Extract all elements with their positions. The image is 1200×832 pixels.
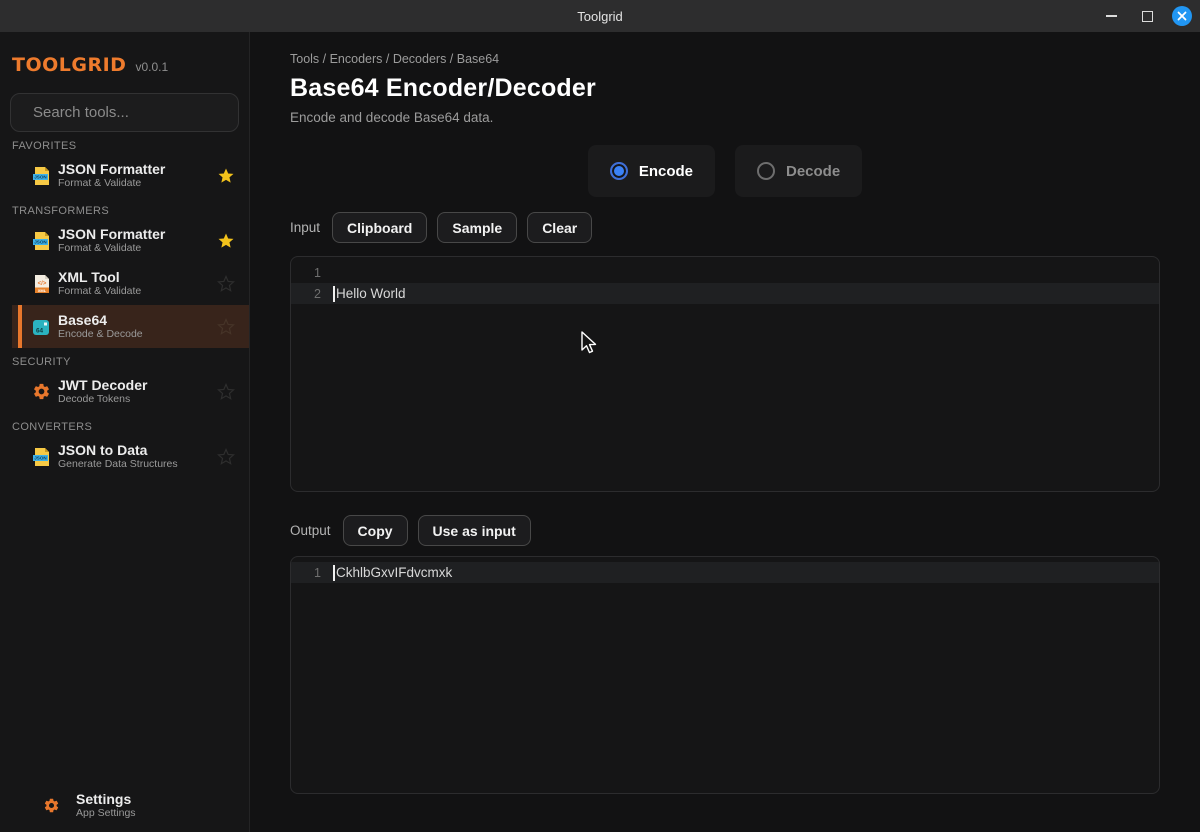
sidebar-item-json-formatter[interactable]: JSON JSON Formatter Format & Validate <box>0 219 249 262</box>
search-box[interactable] <box>10 93 239 132</box>
sidebar-item-xml-tool[interactable]: </> XML XML Tool Format & Validate <box>0 262 249 305</box>
svg-text:JSON: JSON <box>34 455 47 460</box>
section-label-converters: CONVERTERS <box>0 421 249 433</box>
editor-line-active: 1 CkhlbGxvIFdvcmxk <box>291 562 1159 583</box>
maximize-icon <box>1142 11 1153 22</box>
selected-indicator <box>18 305 22 348</box>
input-label: Input <box>290 220 320 235</box>
settings-subtitle: App Settings <box>76 807 249 819</box>
line-number: 2 <box>291 287 333 301</box>
page-subtitle: Encode and decode Base64 data. <box>290 110 1160 125</box>
output-label: Output <box>290 523 331 538</box>
favorite-star-outline-icon[interactable] <box>217 275 235 293</box>
page-title: Base64 Encoder/Decoder <box>290 74 1160 103</box>
output-toolbar: Output Copy Use as input <box>290 515 1160 546</box>
encode-label: Encode <box>639 163 693 180</box>
output-editor[interactable]: 1 CkhlbGxvIFdvcmxk <box>290 556 1160 794</box>
breadcrumb: Tools / Encoders / Decoders / Base64 <box>290 52 1160 66</box>
svg-text:64: 64 <box>36 327 44 334</box>
window-title: Toolgrid <box>577 9 623 24</box>
xml-file-icon: </> XML <box>32 274 52 294</box>
gear-icon <box>32 382 52 402</box>
line-text: Hello World <box>336 286 406 301</box>
minimize-button[interactable] <box>1100 5 1122 27</box>
input-toolbar: Input Clipboard Sample Clear <box>290 212 1160 243</box>
tool-subtitle: Format & Validate <box>58 285 217 297</box>
editor-line-active: 2 Hello World <box>291 283 1159 304</box>
svg-text:</>: </> <box>38 281 47 287</box>
tool-subtitle: Format & Validate <box>58 242 217 254</box>
sidebar-item-base64[interactable]: 64 Base64 Encode & Decode <box>12 305 249 348</box>
clear-button[interactable]: Clear <box>527 212 592 243</box>
svg-text:JSON: JSON <box>34 174 47 179</box>
copy-button[interactable]: Copy <box>343 515 408 546</box>
tool-subtitle: Encode & Decode <box>58 328 217 340</box>
settings-button[interactable]: Settings App Settings <box>0 788 249 822</box>
close-icon <box>1177 11 1187 21</box>
line-text: CkhlbGxvIFdvcmxk <box>336 565 452 580</box>
text-caret <box>333 286 335 302</box>
close-button[interactable] <box>1172 6 1192 26</box>
tool-title: JSON Formatter <box>58 162 217 177</box>
favorite-star-outline-icon[interactable] <box>217 383 235 401</box>
radio-selected-icon <box>610 162 628 180</box>
text-caret <box>333 565 335 581</box>
tool-title: XML Tool <box>58 270 217 285</box>
tool-title: JSON to Data <box>58 443 217 458</box>
tool-title: JWT Decoder <box>58 378 217 393</box>
json-file-icon: JSON <box>32 447 52 467</box>
app-window: TOOLGRID v0.0.1 FAVORITES JSON JSON Form… <box>0 32 1200 832</box>
app-logo: TOOLGRID <box>12 54 126 76</box>
radio-unselected-icon <box>757 162 775 180</box>
decode-label: Decode <box>786 163 840 180</box>
svg-text:JSON: JSON <box>34 239 47 244</box>
base64-icon: 64 <box>32 317 52 337</box>
json-file-icon: JSON <box>32 166 52 186</box>
tool-subtitle: Generate Data Structures <box>58 458 217 470</box>
window-controls <box>1100 0 1192 32</box>
section-label-favorites: FAVORITES <box>0 140 249 152</box>
sidebar-item-json-to-data[interactable]: JSON JSON to Data Generate Data Structur… <box>0 435 249 478</box>
tool-subtitle: Decode Tokens <box>58 393 217 405</box>
input-editor[interactable]: 1 2 Hello World <box>290 256 1160 492</box>
favorite-star-outline-icon[interactable] <box>217 318 235 336</box>
favorite-star-filled-icon[interactable] <box>217 167 235 185</box>
sample-button[interactable]: Sample <box>437 212 517 243</box>
line-number: 1 <box>291 266 333 280</box>
use-as-input-button[interactable]: Use as input <box>418 515 531 546</box>
clipboard-button[interactable]: Clipboard <box>332 212 427 243</box>
tool-title: JSON Formatter <box>58 227 217 242</box>
settings-title: Settings <box>76 792 249 807</box>
mode-toggle: Encode Decode <box>290 145 1160 197</box>
favorite-star-filled-icon[interactable] <box>217 232 235 250</box>
editor-line: 1 <box>291 262 1159 283</box>
line-number: 1 <box>291 566 333 580</box>
encode-mode-option[interactable]: Encode <box>588 145 715 197</box>
gear-icon <box>43 797 60 814</box>
minimize-icon <box>1106 15 1117 17</box>
maximize-button[interactable] <box>1136 5 1158 27</box>
section-label-security: SECURITY <box>0 356 249 368</box>
search-input[interactable] <box>33 104 232 121</box>
sidebar: TOOLGRID v0.0.1 FAVORITES JSON JSON Form… <box>0 32 250 832</box>
logo-row: TOOLGRID v0.0.1 <box>0 32 249 76</box>
sidebar-item-jwt-decoder[interactable]: JWT Decoder Decode Tokens <box>0 370 249 413</box>
json-file-icon: JSON <box>32 231 52 251</box>
tool-title: Base64 <box>58 313 217 328</box>
main-content: Tools / Encoders / Decoders / Base64 Bas… <box>250 32 1200 832</box>
sidebar-item-json-formatter-favorite[interactable]: JSON JSON Formatter Format & Validate <box>0 154 249 197</box>
titlebar: Toolgrid <box>0 0 1200 32</box>
tool-subtitle: Format & Validate <box>58 177 217 189</box>
svg-text:XML: XML <box>38 287 47 292</box>
decode-mode-option[interactable]: Decode <box>735 145 862 197</box>
section-label-transformers: TRANSFORMERS <box>0 205 249 217</box>
favorite-star-outline-icon[interactable] <box>217 448 235 466</box>
version-label: v0.0.1 <box>135 60 168 74</box>
